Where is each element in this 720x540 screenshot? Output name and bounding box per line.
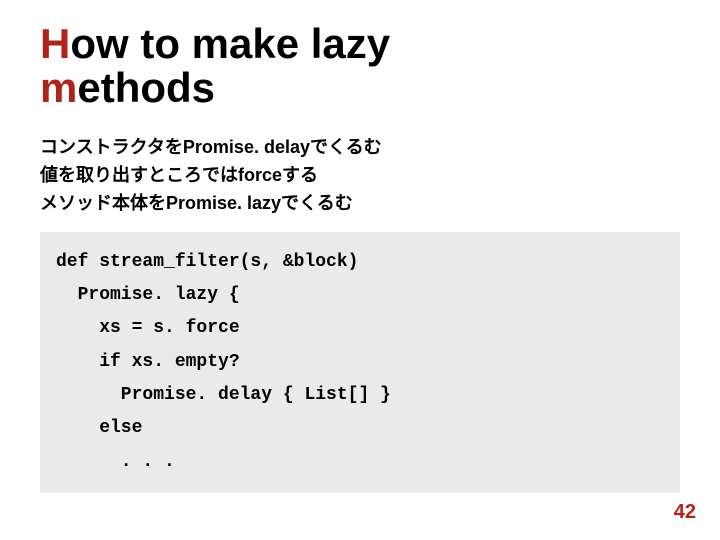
bullet-list: コンストラクタをPromise. delayでくるむ 値を取り出すところではfo…	[40, 134, 680, 218]
slide: How to make lazy methods コンストラクタをPromise…	[0, 0, 720, 540]
title-line2-rest: ethods	[77, 64, 215, 111]
code-line: . . .	[56, 452, 175, 472]
slide-title: How to make lazy methods	[40, 22, 680, 110]
code-line: else	[56, 418, 142, 438]
title-line1-firstletter: H	[40, 20, 70, 67]
bullet-item: コンストラクタをPromise. delayでくるむ	[40, 134, 680, 162]
code-line: if xs. empty?	[56, 352, 240, 372]
bullet-item: メソッド本体をPromise. lazyでくるむ	[40, 190, 680, 218]
page-number: 42	[674, 501, 696, 524]
title-line2-firstletter: m	[40, 64, 77, 111]
code-block: def stream_filter(s, &block) Promise. la…	[40, 232, 680, 493]
title-line1-rest: ow to make lazy	[70, 20, 390, 67]
code-line: def stream_filter(s, &block)	[56, 252, 358, 272]
code-line: Promise. lazy {	[56, 285, 240, 305]
code-line: Promise. delay { List[] }	[56, 385, 391, 405]
bullet-item: 値を取り出すところではforceする	[40, 162, 680, 190]
code-line: xs = s. force	[56, 318, 240, 338]
